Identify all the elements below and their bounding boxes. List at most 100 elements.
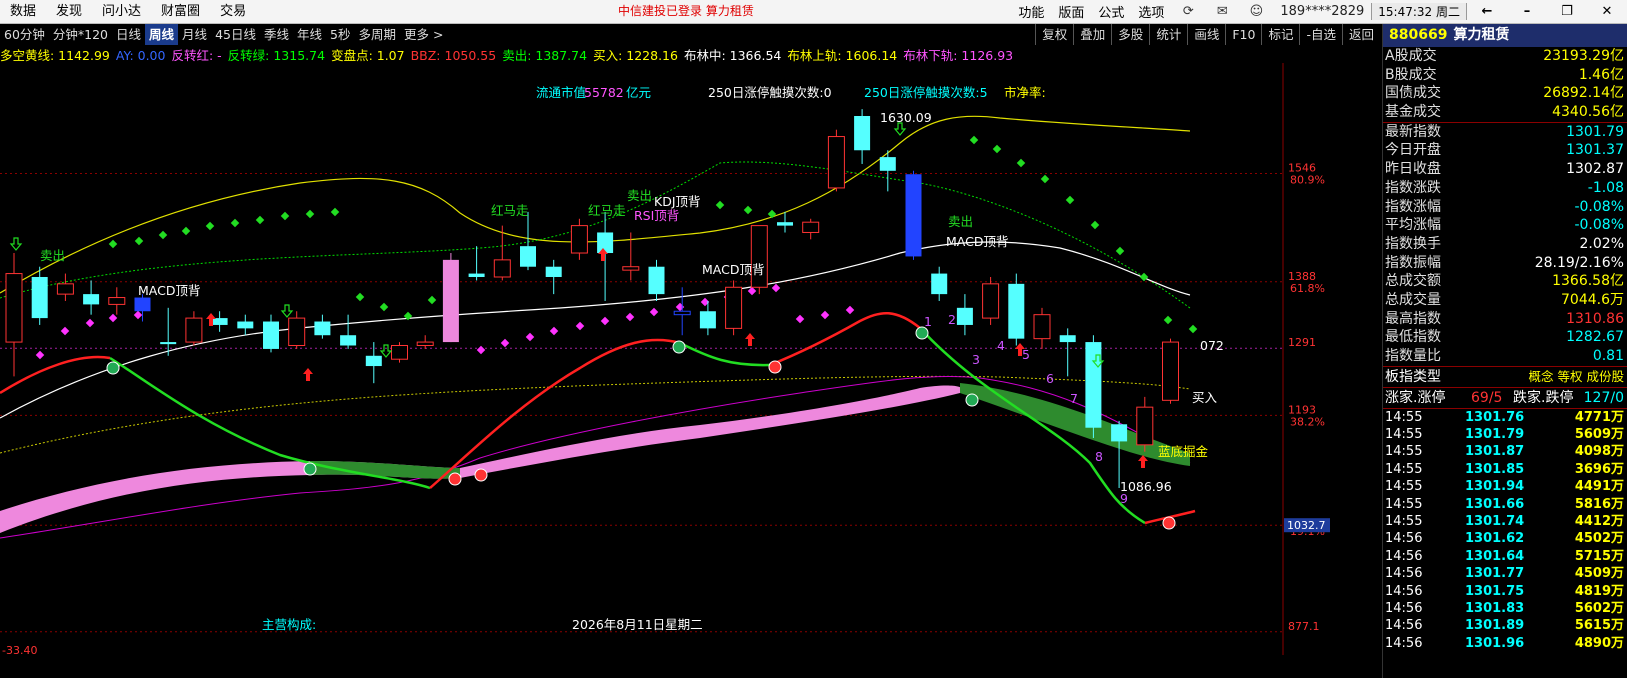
index-type-value[interactable]: 概念 等权 成份股 (1529, 367, 1624, 387)
sar-dot (108, 313, 118, 323)
index-header: 880669 算力租赁 (1383, 24, 1627, 47)
period-tab[interactable]: 季线 (260, 24, 293, 45)
index-type-row: 板指类型 概念 等权 成份股 (1383, 367, 1627, 387)
tool-button[interactable]: -自选 (1299, 24, 1342, 45)
period-tab[interactable]: 60分钟 (0, 24, 49, 45)
tick-row[interactable]: 14:56 1301.64 5715万 (1383, 548, 1627, 565)
candle-body (597, 232, 614, 254)
menu-item-discover[interactable]: 发现 (46, 0, 92, 23)
sell-arrow-icon (280, 304, 294, 318)
tick-row[interactable]: 14:56 1301.83 5602万 (1383, 600, 1627, 617)
candle-body (5, 273, 23, 343)
tick-row[interactable]: 14:56 1301.75 4819万 (1383, 583, 1627, 600)
up-down-row: 涨家.涨停 69/5 跌家.跌停 127/0 (1383, 388, 1627, 408)
period-tab[interactable]: 月线 (178, 24, 211, 45)
candle-body (160, 342, 177, 345)
limit-touch-count: 250日涨停触摸次数:5 (864, 85, 988, 100)
tool-button[interactable]: 复权 (1035, 24, 1073, 45)
tick-time: 14:55 (1385, 479, 1423, 495)
mail-icon[interactable]: ✉ (1205, 4, 1239, 19)
back-icon[interactable]: ← (1467, 4, 1507, 19)
tick-row[interactable]: 14:55 1301.74 4412万 (1383, 513, 1627, 530)
tick-row[interactable]: 14:55 1301.76 4771万 (1383, 409, 1627, 426)
menu-formula[interactable]: 公式 (1091, 2, 1131, 21)
tick-volume: 5816万 (1574, 496, 1624, 512)
close-icon[interactable]: ✕ (1587, 4, 1627, 19)
period-tab[interactable]: 5秒 (326, 24, 354, 45)
menu-item-ask[interactable]: 问小达 (92, 0, 151, 23)
sar-dot (767, 209, 777, 219)
candle-body (134, 297, 151, 312)
red-horse-label: 红马走 (588, 203, 626, 218)
menu-item-trade[interactable]: 交易 (210, 0, 256, 23)
tick-row[interactable]: 14:56 1301.96 4890万 (1383, 635, 1627, 652)
account-number[interactable]: 189****2829 (1273, 4, 1371, 19)
signal-marker-icon (448, 472, 462, 486)
indicator-readout: 多空黄线: 1142.99 AY: 0.00 反转红: - 反转绿: 1315.74 变… (0, 45, 1330, 63)
tick-price: 1301.96 (1465, 635, 1525, 651)
period-tab[interactable]: 周线 (145, 24, 179, 45)
period-tab[interactable]: 更多 > (400, 24, 447, 45)
candle-body (905, 174, 922, 257)
sar-dot (600, 316, 610, 326)
candle-body (982, 283, 1000, 319)
menu-options[interactable]: 选项 (1131, 2, 1171, 21)
green-band (310, 461, 460, 479)
stat-label: 总成交额 (1385, 273, 1441, 290)
tick-row[interactable]: 14:56 1301.62 4502万 (1383, 530, 1627, 547)
high-price-label: 1630.09 (880, 110, 932, 125)
tick-row[interactable]: 14:55 1301.79 5609万 (1383, 426, 1627, 443)
period-tab[interactable]: 多周期 (354, 24, 400, 45)
tick-row[interactable]: 14:56 1301.89 5615万 (1383, 617, 1627, 634)
stat-row: 平均涨幅 -0.08% (1383, 216, 1627, 235)
period-tab[interactable]: 日线 (112, 24, 145, 45)
tick-row[interactable]: 14:56 1301.77 4509万 (1383, 565, 1627, 582)
stat-row: 最低指数 1282.67 (1383, 328, 1627, 347)
red-trend-line (429, 338, 681, 489)
tool-button[interactable]: 统计 (1149, 24, 1187, 45)
sar-dot (1163, 315, 1173, 325)
wave-count-label: 9 (1120, 491, 1128, 506)
tick-price: 1301.89 (1465, 618, 1525, 634)
tick-time: 14:55 (1385, 496, 1423, 512)
tool-button[interactable]: 标记 (1261, 24, 1299, 45)
candle-body (1033, 314, 1051, 340)
candlestick-chart[interactable]: 流通市值55782 亿元 250日涨停触摸次数:0 250日涨停触摸次数:5 市净率: 主… (0, 63, 1330, 655)
menu-function[interactable]: 功能 (1011, 2, 1051, 21)
period-tab[interactable]: 年线 (293, 24, 326, 45)
refresh-icon[interactable]: ⟳ (1171, 4, 1205, 19)
tick-time: 14:56 (1385, 531, 1423, 547)
candle-body (263, 321, 279, 349)
tick-list[interactable]: 14:55 1301.76 4771万 14:55 1301.79 5609万 14:55 1… (1383, 409, 1627, 652)
tool-button[interactable]: 画线 (1187, 24, 1225, 45)
tick-row[interactable]: 14:55 1301.87 4098万 (1383, 443, 1627, 460)
tool-button[interactable]: F10 (1225, 24, 1261, 45)
tick-volume: 4509万 (1574, 566, 1624, 582)
tick-row[interactable]: 14:55 1301.85 3696万 (1383, 461, 1627, 478)
market-volume-list: A股成交 23193.29亿 B股成交 1.46亿 国债成交 26892.14亿 基金成交 4… (1383, 47, 1627, 122)
sell-arrow-icon (379, 344, 393, 358)
stat-label: 今日开盘 (1385, 142, 1441, 159)
stat-label: 最新指数 (1385, 123, 1441, 140)
stat-label: 指数涨幅 (1385, 198, 1441, 215)
candle-body (699, 311, 716, 329)
tool-button[interactable]: 返回 (1341, 24, 1380, 45)
sar-dot (1115, 246, 1125, 256)
tick-row[interactable]: 14:55 1301.94 4491万 (1383, 478, 1627, 495)
tool-button[interactable]: 多股 (1111, 24, 1149, 45)
user-icon[interactable]: ☺ (1239, 4, 1273, 19)
sar-dot (108, 239, 118, 249)
stat-value: 26892.14亿 (1543, 85, 1624, 102)
tick-time: 14:55 (1385, 514, 1423, 530)
tick-row[interactable]: 14:55 1301.66 5816万 (1383, 496, 1627, 513)
tick-price: 1301.94 (1465, 479, 1525, 495)
period-tab[interactable]: 分钟*120 (49, 24, 112, 45)
menu-layout[interactable]: 版面 (1051, 2, 1091, 21)
sar-dot (1188, 324, 1198, 334)
tool-button[interactable]: 叠加 (1073, 24, 1111, 45)
minimize-icon[interactable]: – (1507, 4, 1547, 19)
menu-item-wealth[interactable]: 财富圈 (151, 0, 210, 23)
maximize-icon[interactable]: ❐ (1547, 4, 1587, 19)
period-tab[interactable]: 45日线 (211, 24, 260, 45)
menu-item-data[interactable]: 数据 (0, 0, 46, 23)
